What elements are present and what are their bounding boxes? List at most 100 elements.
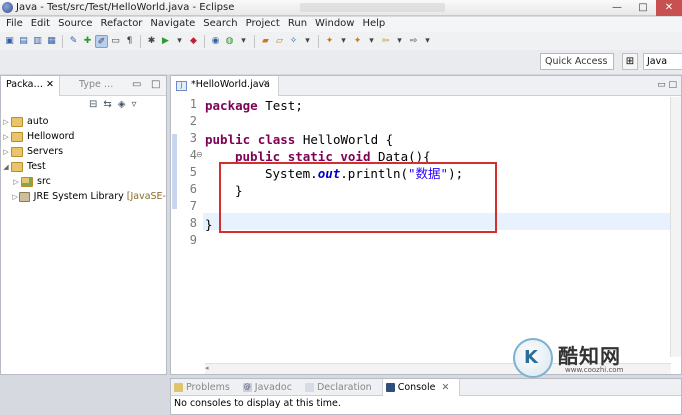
forward-dropdown-icon[interactable]: ▾ [421, 35, 434, 48]
run-dropdown-icon[interactable]: ▾ [173, 35, 186, 48]
tab-console[interactable]: Console ✕ [381, 378, 461, 396]
new-java-project-icon[interactable]: ◉ [209, 35, 222, 48]
new-class-icon[interactable]: ▾ [237, 35, 250, 48]
editor-panel: J *HelloWorld.java ✕ ▭ □ 1 2 3 4 5 6 7 8… [170, 75, 682, 375]
window-title: Java - Test/src/Test/HelloWorld.java - E… [16, 2, 235, 13]
open-task-icon[interactable]: ▱ [273, 35, 286, 48]
save-icon[interactable]: ▤ [17, 35, 30, 48]
console-message: No consoles to display at this time. [174, 398, 341, 409]
tree-item-label: JRE System Library [33, 191, 124, 202]
tree-item-servers[interactable]: ▷ Servers [1, 144, 166, 159]
code-editor[interactable]: 1 2 3 4 5 6 7 8 9 ⊖ package Test; public… [171, 97, 671, 357]
project-tree: ▷ auto ▷ Helloword ▷ Servers ◢ Test ▷ sr… [1, 114, 166, 204]
block-select-icon[interactable]: ▭ [109, 35, 122, 48]
watermark-brand: 酷知网 [558, 344, 621, 368]
run-icon[interactable]: ▶ [159, 35, 172, 48]
toolbar-separator [140, 34, 141, 48]
project-icon [11, 131, 23, 142]
toolbar-separator [204, 34, 205, 48]
expand-icon[interactable]: ▷ [11, 193, 19, 201]
menu-project[interactable]: Project [242, 17, 284, 32]
tree-item-jre[interactable]: ▷ JRE System Library [JavaSE- [1, 189, 166, 204]
menu-help[interactable]: Help [358, 17, 389, 32]
external-tools-icon[interactable]: ◆ [187, 35, 200, 48]
tree-item-auto[interactable]: ▷ auto [1, 114, 166, 129]
menu-file[interactable]: File [2, 17, 27, 32]
tab-declaration[interactable]: Declaration [302, 379, 382, 396]
tab-javadoc[interactable]: @ Javadoc [240, 379, 302, 396]
expand-icon[interactable]: ▷ [11, 178, 21, 186]
back-dropdown-icon[interactable]: ▾ [393, 35, 406, 48]
line-number: 8 [189, 216, 197, 230]
menu-search[interactable]: Search [199, 17, 241, 32]
collapse-icon[interactable]: ◢ [1, 163, 11, 171]
menu-window[interactable]: Window [311, 17, 358, 32]
focus-icon[interactable]: ◈ [118, 99, 126, 110]
maximize-view-icon[interactable]: ▭ □ [657, 80, 677, 90]
run-tool-icon[interactable]: ✚ [81, 35, 94, 48]
debug-icon[interactable]: ✱ [145, 35, 158, 48]
search-tool-icon[interactable]: ✎ [67, 35, 80, 48]
view-menu-icon[interactable]: ▿ [131, 99, 136, 110]
back-icon[interactable]: ⇦ [379, 35, 392, 48]
close-icon[interactable]: ✕ [262, 79, 270, 89]
tree-item-test[interactable]: ◢ Test [1, 159, 166, 174]
tree-item-label: Helloword [27, 131, 75, 142]
whitespace-icon[interactable]: ¶ [123, 35, 136, 48]
tree-item-helloword[interactable]: ▷ Helloword [1, 129, 166, 144]
tree-item-label: Test [27, 161, 46, 172]
link-editor-icon[interactable]: ⇆ [103, 99, 111, 110]
tab-label: Problems [186, 381, 230, 393]
tree-item-src[interactable]: ▷ src [1, 174, 166, 189]
tree-item-label: src [37, 176, 51, 187]
menu-run[interactable]: Run [284, 17, 311, 32]
type-hierarchy-tab[interactable]: Type … [79, 79, 113, 90]
line-number: 3 [189, 131, 197, 145]
annotation-dropdown-icon[interactable]: ▾ [337, 35, 350, 48]
close-icon[interactable]: ✕ [441, 382, 449, 393]
annotation-next-icon[interactable]: ✦ [323, 35, 336, 48]
menu-navigate[interactable]: Navigate [146, 17, 199, 32]
new-icon[interactable]: ▣ [3, 35, 16, 48]
search-icon[interactable]: ✧ [287, 35, 300, 48]
editor-tab-helloworld[interactable]: J *HelloWorld.java ✕ [171, 76, 279, 96]
annotation-prev-icon[interactable]: ✦ [351, 35, 364, 48]
package-explorer-panel: Packa… ✕ Type … ▭ □ ⊟ ⇆ ◈ ▿ ▷ auto ▷ Hel… [0, 75, 167, 375]
annotation-highlight-box [219, 162, 497, 233]
code-line-1: package Test; [205, 98, 303, 113]
annotation-prev-dropdown-icon[interactable]: ▾ [365, 35, 378, 48]
maximize-button[interactable]: □ [630, 0, 656, 16]
menu-source[interactable]: Source [54, 17, 96, 32]
search-dropdown-icon[interactable]: ▾ [301, 35, 314, 48]
minimize-button[interactable]: — [604, 0, 630, 16]
close-icon[interactable]: ✕ [46, 79, 54, 90]
expand-icon[interactable]: ▷ [1, 133, 11, 141]
minimize-view-icon[interactable]: ▭ [132, 79, 141, 90]
forward-icon[interactable]: ⇨ [407, 35, 420, 48]
tab-label: Declaration [316, 381, 372, 393]
line-number: 2 [189, 114, 197, 128]
menu-refactor[interactable]: Refactor [96, 17, 146, 32]
open-type-icon[interactable]: ▰ [259, 35, 272, 48]
save-all-icon[interactable]: ▥ [31, 35, 44, 48]
vertical-scrollbar[interactable] [670, 97, 681, 357]
fold-icon[interactable]: ⊖ [196, 150, 203, 159]
tab-problems[interactable]: Problems [171, 379, 240, 396]
open-perspective-icon[interactable]: ⊞ [622, 53, 638, 70]
new-package-icon[interactable]: ◍ [223, 35, 236, 48]
quick-access-input[interactable]: Quick Access [540, 53, 614, 70]
collapse-all-icon[interactable]: ⊟ [89, 99, 97, 110]
close-button[interactable]: ✕ [656, 0, 682, 16]
expand-icon[interactable]: ▷ [1, 148, 11, 156]
mark-occurrences-icon[interactable]: ✐ [95, 34, 108, 48]
package-explorer-tab[interactable]: Packa… ✕ [1, 76, 61, 96]
maximize-view-icon[interactable]: □ [151, 79, 160, 90]
tab-label: Console [397, 381, 436, 393]
console-icon [385, 382, 395, 392]
toolbar-separator [254, 34, 255, 48]
folder-icon [11, 146, 23, 157]
expand-icon[interactable]: ▷ [1, 118, 11, 126]
menu-edit[interactable]: Edit [27, 17, 54, 32]
print-icon[interactable]: ▦ [45, 35, 58, 48]
java-perspective-button[interactable]: Java [643, 53, 682, 70]
